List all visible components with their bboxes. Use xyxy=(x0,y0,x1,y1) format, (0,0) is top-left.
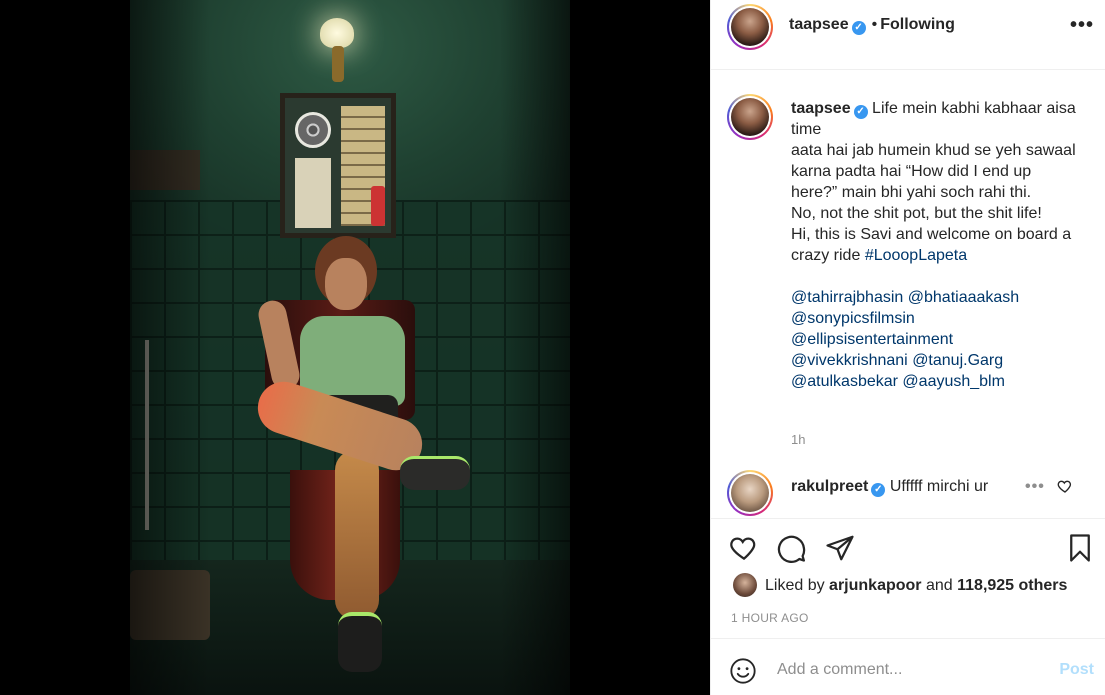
comment-item: rakulpreet ✓ Ufffff mirchi ur xyxy=(791,478,988,497)
post-timestamp[interactable]: 1 HOUR AGO xyxy=(731,611,809,625)
photo-person-face xyxy=(325,258,367,310)
verified-badge-icon: ✓ xyxy=(853,105,868,119)
photo-lamp-base xyxy=(332,46,344,82)
caption-line: No, not the shit pot, but the shit life! xyxy=(791,205,1042,222)
caption-username[interactable]: taapsee xyxy=(791,100,851,117)
liked-by-username[interactable]: arjunkapoor xyxy=(829,577,921,594)
photo-shadow xyxy=(500,0,570,695)
mention-link[interactable]: @sonypicsfilmsin xyxy=(791,310,915,327)
verified-badge-icon: ✓ xyxy=(871,483,886,497)
photo-window-pane xyxy=(295,158,331,228)
comment-like-icon[interactable] xyxy=(1057,478,1073,499)
photo-bottle xyxy=(371,186,385,226)
liked-by-prefix: Liked by xyxy=(765,577,825,594)
mention-link[interactable]: @ellipsisentertainment xyxy=(791,331,953,348)
caption-line: aata hai jab humein khud se yeh sawaal k… xyxy=(791,142,1076,201)
author-name-row: taapsee ✓ • Following xyxy=(789,16,955,35)
post-caption: taapsee ✓ Life mein kabhi kabhaar aisa ti… xyxy=(791,98,1081,392)
caption-time[interactable]: 1h xyxy=(791,432,805,447)
more-options-icon[interactable]: ••• xyxy=(1070,14,1094,37)
caption-author-avatar[interactable] xyxy=(727,94,773,140)
hashtag-link[interactable]: #LooopLapeta xyxy=(865,247,967,264)
liked-by-and: and xyxy=(925,577,953,594)
liked-by-summary[interactable]: Liked by arjunkapoor and 118,925 others xyxy=(765,577,1067,595)
like-heart-icon[interactable] xyxy=(729,533,759,563)
mention-link[interactable]: @tanuj.Garg xyxy=(912,352,1003,369)
comment-more-icon[interactable]: ••• xyxy=(1025,478,1045,496)
photo-shoe xyxy=(400,456,470,490)
post-media-area xyxy=(0,0,710,695)
post-comment-button[interactable]: Post xyxy=(1059,661,1094,679)
post-photo[interactable] xyxy=(130,0,570,695)
post-header: taapsee ✓ • Following ••• xyxy=(711,0,1105,70)
add-comment-bar: Post xyxy=(711,638,1105,695)
share-send-icon[interactable] xyxy=(825,533,855,563)
mention-link[interactable]: @tahirrajbhasin xyxy=(791,289,903,306)
mention-link[interactable]: @aayush_blm xyxy=(902,373,1005,390)
likes-count[interactable]: 118,925 others xyxy=(957,577,1067,594)
author-username[interactable]: taapsee xyxy=(789,16,849,33)
mention-link[interactable]: @bhatiaaakash xyxy=(908,289,1019,306)
post-side-panel: taapsee ✓ • Following ••• taapsee ✓ Life mei… xyxy=(710,0,1105,695)
liked-by-avatar[interactable] xyxy=(733,573,757,597)
emoji-smiley-icon[interactable] xyxy=(729,657,759,687)
verified-badge-icon: ✓ xyxy=(851,21,866,35)
post-actions: Liked by arjunkapoor and 118,925 others … xyxy=(711,518,1105,638)
photo-window xyxy=(280,93,396,238)
mention-link[interactable]: @vivekkrishnani xyxy=(791,352,908,369)
photo-shoe xyxy=(338,612,382,672)
mention-link[interactable]: @atulkasbekar xyxy=(791,373,898,390)
photo-exhaust-fan xyxy=(295,112,331,148)
add-comment-input[interactable] xyxy=(777,655,1047,685)
comments-list[interactable]: taapsee ✓ Life mein kabhi kabhaar aisa ti… xyxy=(711,70,1105,518)
commenter-avatar[interactable] xyxy=(727,470,773,516)
commenter-username[interactable]: rakulpreet xyxy=(791,478,868,495)
comment-bubble-icon[interactable] xyxy=(777,533,807,563)
photo-person-leg xyxy=(335,450,379,620)
photo-shadow xyxy=(130,0,210,695)
photo-lamp xyxy=(320,18,354,48)
following-button[interactable]: Following xyxy=(880,16,955,33)
follow-separator: • xyxy=(871,16,878,33)
bookmark-save-icon[interactable] xyxy=(1065,533,1095,563)
author-avatar[interactable] xyxy=(727,4,773,50)
comment-text: Ufffff mirchi ur xyxy=(889,478,989,495)
